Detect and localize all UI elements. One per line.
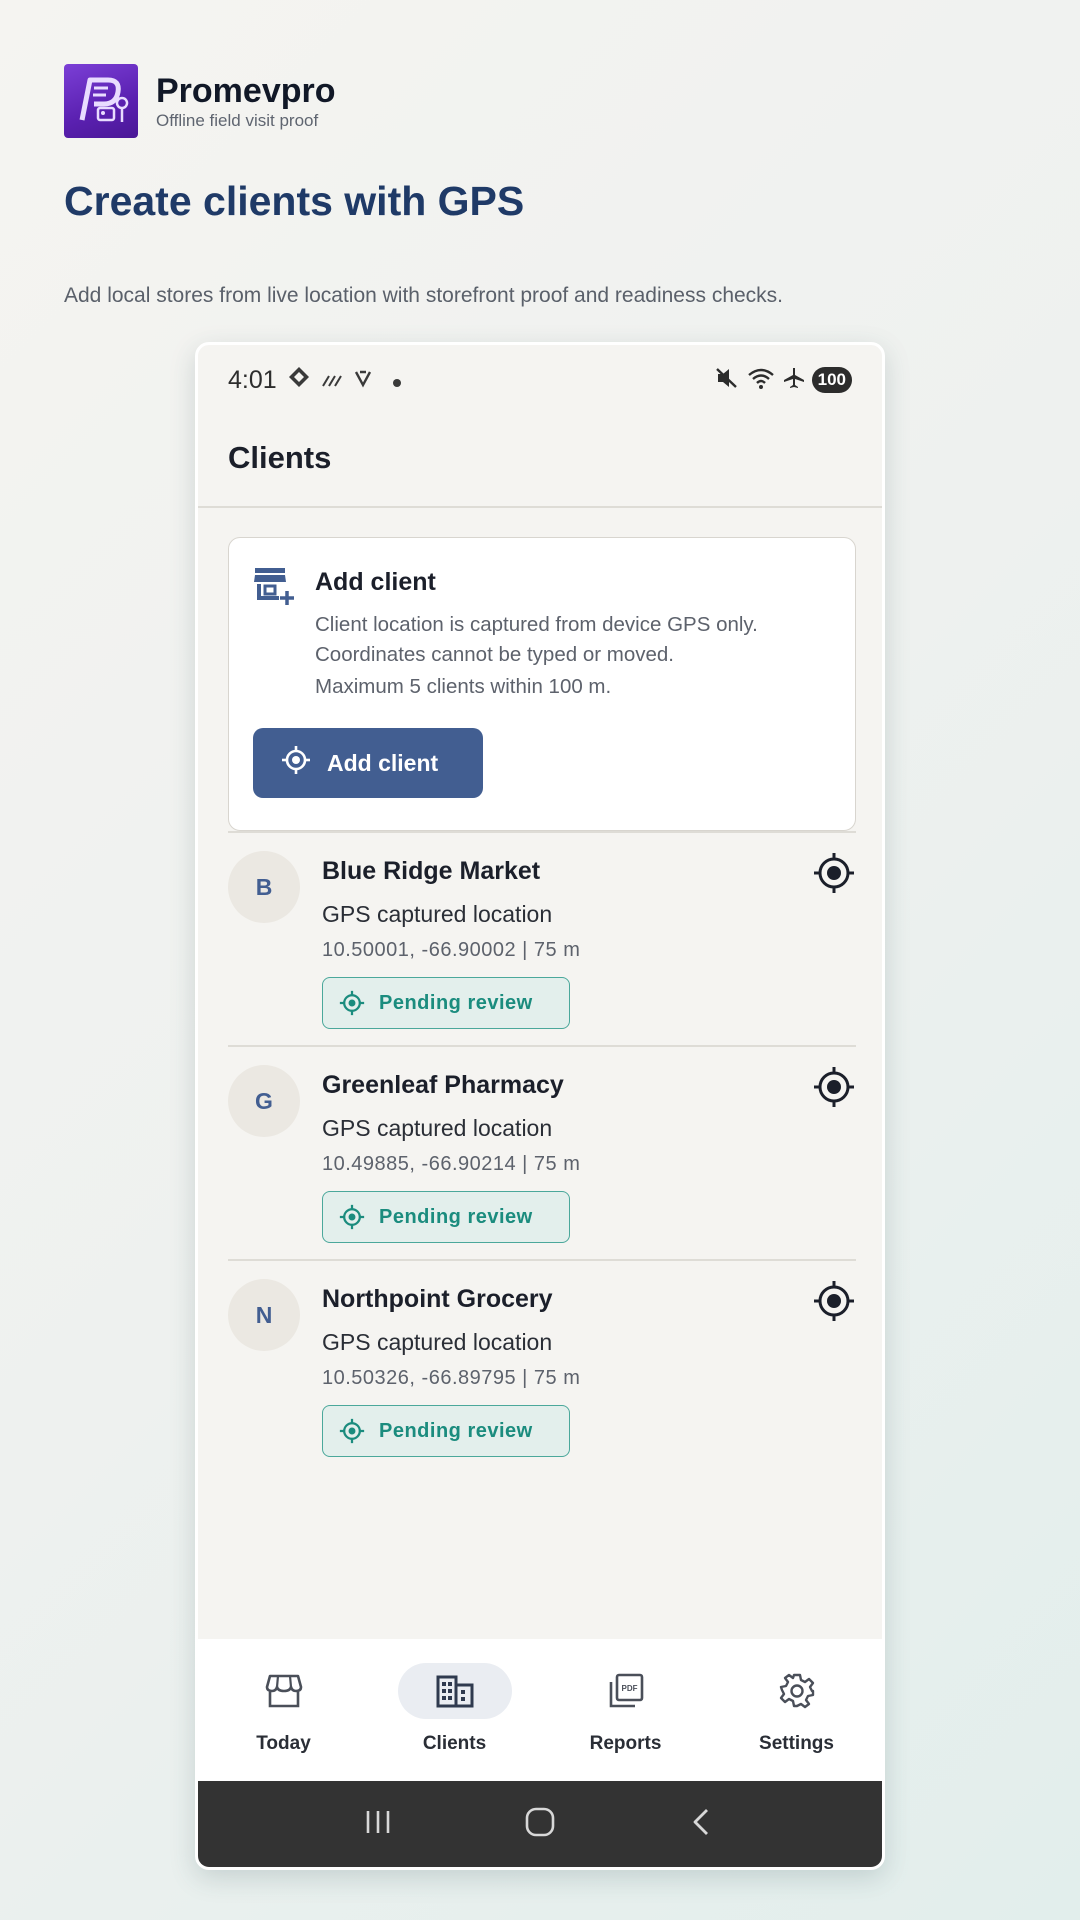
diamond-icon: [287, 365, 311, 396]
crosshair-icon: [281, 745, 311, 781]
nav-label: Clients: [422, 1733, 487, 1754]
crosshair-icon: [339, 990, 365, 1016]
hero-subtitle: Add local stores from live location with…: [64, 284, 784, 307]
list-item[interactable]: N Northpoint Grocery GPS captured locati…: [228, 1259, 856, 1473]
brand-header: Promevpro Offline field visit proof: [64, 64, 336, 138]
dot-icon: [383, 366, 405, 395]
status-bar: 4:01 100: [198, 345, 882, 415]
v-icon: [353, 366, 373, 395]
building-icon: [436, 1675, 473, 1708]
mute-icon: [714, 366, 740, 395]
status-label: Pending review: [379, 1419, 533, 1442]
add-client-description: Client location is captured from device …: [315, 610, 835, 702]
app-name: Promevpro: [156, 72, 336, 110]
nav-item-reports[interactable]: PDF Reports: [540, 1639, 711, 1781]
nav-item-today[interactable]: Today: [198, 1639, 369, 1781]
list-item[interactable]: G Greenleaf Pharmacy GPS captured locati…: [228, 1045, 856, 1259]
status-badge: Pending review: [322, 1191, 570, 1243]
wifi-icon: [746, 366, 776, 395]
nav-label: Reports: [589, 1733, 662, 1754]
client-limit-notice: Maximum 5 clients within 100 m.: [315, 675, 612, 698]
avatar: G: [228, 1065, 300, 1137]
system-nav-bar: [198, 1781, 882, 1867]
crosshair-icon: [339, 1204, 365, 1230]
crosshair-icon: [339, 1418, 365, 1444]
store-add-icon: [253, 566, 297, 611]
client-name: Blue Ridge Market: [322, 857, 541, 885]
status-badge: Pending review: [322, 977, 570, 1029]
home-icon[interactable]: [524, 1806, 556, 1843]
airplane-icon: [782, 366, 806, 395]
avatar: B: [228, 851, 300, 923]
nav-label: Settings: [759, 1733, 834, 1754]
app-tagline: Offline field visit proof: [156, 111, 319, 130]
gps-location-icon[interactable]: [812, 1065, 856, 1109]
gps-location-icon[interactable]: [812, 851, 856, 895]
back-icon[interactable]: [687, 1807, 717, 1842]
gear-icon: [779, 1673, 814, 1709]
app-logo: [64, 64, 138, 138]
bottom-nav: Today Clients PDF Reports Settings: [198, 1639, 882, 1781]
signal-lines-icon: [321, 366, 343, 395]
client-location-label: GPS captured location: [322, 1329, 553, 1355]
status-label: Pending review: [379, 1205, 533, 1228]
client-coordinates: 10.50001, -66.90002 | 75 m: [322, 939, 581, 961]
status-label: Pending review: [379, 991, 533, 1014]
nav-item-clients[interactable]: Clients: [369, 1639, 540, 1781]
list-item[interactable]: B Blue Ridge Market GPS captured locatio…: [228, 831, 856, 1045]
hero-title: Create clients with GPS: [64, 178, 525, 224]
screen-title: Clients: [228, 440, 332, 475]
client-location-label: GPS captured location: [322, 901, 553, 927]
add-client-title: Add client: [315, 568, 436, 596]
recent-apps-icon[interactable]: [363, 1807, 393, 1842]
client-name: Greenleaf Pharmacy: [322, 1071, 564, 1099]
gps-location-icon[interactable]: [812, 1279, 856, 1323]
phone-screen: 4:01 100 Clients Add client Client locat…: [195, 342, 885, 1870]
client-name: Northpoint Grocery: [322, 1285, 553, 1313]
client-list: B Blue Ridge Market GPS captured locatio…: [228, 831, 856, 1473]
add-client-card: Add client Client location is captured f…: [228, 537, 856, 831]
add-client-button-label: Add client: [327, 749, 439, 776]
divider: [198, 506, 882, 508]
status-badge: Pending review: [322, 1405, 570, 1457]
battery-indicator: 100: [811, 367, 852, 393]
storefront-icon: [265, 1674, 302, 1708]
client-coordinates: 10.50326, -66.89795 | 75 m: [322, 1367, 581, 1389]
client-coordinates: 10.49885, -66.90214 | 75 m: [322, 1153, 581, 1175]
client-location-label: GPS captured location: [322, 1115, 553, 1141]
add-client-button[interactable]: Add client: [253, 728, 483, 798]
nav-label: Today: [256, 1733, 311, 1754]
status-time: 4:01: [228, 365, 277, 394]
nav-item-settings[interactable]: Settings: [711, 1639, 882, 1781]
avatar: N: [228, 1279, 300, 1351]
pdf-icon: PDF: [609, 1673, 643, 1708]
svg-text:PDF: PDF: [621, 1684, 637, 1693]
gps-only-notice: Client location is captured from device …: [315, 613, 758, 666]
